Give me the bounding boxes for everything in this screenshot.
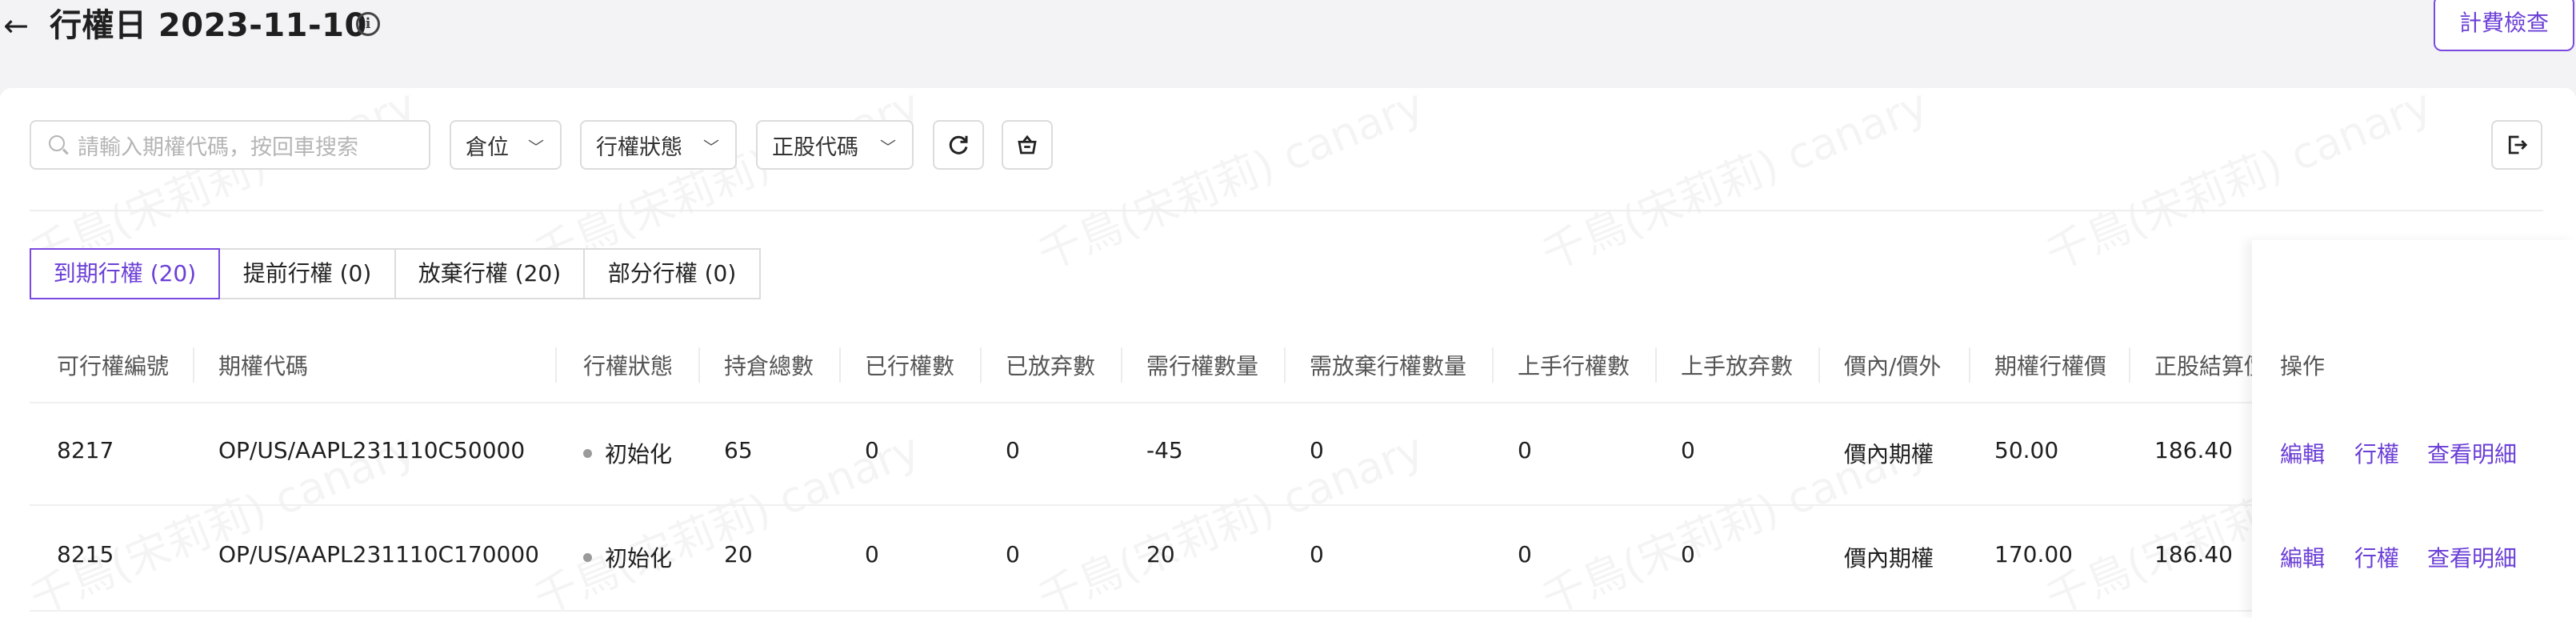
cell-status: 初始化	[583, 541, 672, 573]
column-header: 持倉總數	[724, 353, 814, 379]
tab-partial-exercise[interactable]: 部分行權 (0)	[583, 248, 761, 299]
cell-upstream-abandon: 0	[1681, 437, 1695, 464]
cell-status: 初始化	[583, 437, 672, 469]
underlying-code-filter-label: 正股代碼	[772, 134, 858, 160]
position-filter-label: 倉位	[466, 134, 509, 160]
column-header: 需放棄行權數量	[1310, 353, 1467, 379]
cell-abandoned: 0	[1006, 541, 1020, 568]
cell-upstream-exercise: 0	[1518, 541, 1532, 568]
refresh-button[interactable]	[933, 120, 984, 170]
cell-need-exercise: 20	[1146, 541, 1175, 568]
watermark: 千鳥(宋莉莉) canary	[1027, 88, 1432, 282]
search-placeholder: 請輸入期權代碼，按回車搜索	[78, 134, 358, 160]
action-column: 操作 編輯 行權 查看明細 編輯 行權 查看明細	[2252, 240, 2576, 618]
underlying-code-filter[interactable]: 正股代碼 ﹀	[756, 120, 914, 170]
exercise-status-filter[interactable]: 行權狀態 ﹀	[580, 120, 737, 170]
cell-need-abandon: 0	[1310, 541, 1324, 568]
column-header: 期權行權價	[1994, 353, 2107, 379]
cell-settle: 186.40	[2154, 437, 2233, 464]
column-header: 價內/價外	[1844, 353, 1942, 379]
tab-early-exercise[interactable]: 提前行權 (0)	[218, 248, 396, 299]
chevron-down-icon: ﹀	[880, 138, 896, 157]
cell-strike: 50.00	[1994, 437, 2059, 464]
cell-id: 8215	[57, 541, 114, 568]
column-header: 需行權數量	[1146, 353, 1259, 379]
page-title: 行權日 2023-11-10	[50, 7, 367, 44]
cell-abandoned: 0	[1006, 437, 1020, 464]
column-header: 正股結算價	[2154, 353, 2267, 379]
tab-expiry-exercise[interactable]: 到期行權 (20)	[30, 248, 220, 299]
search-input[interactable]: 請輸入期權代碼，按回車搜索	[30, 120, 430, 170]
column-header: 已行權數	[865, 353, 955, 379]
column-header: 期權代碼	[218, 353, 309, 379]
status-text: 初始化	[605, 545, 673, 572]
column-header: 上手行權數	[1518, 353, 1630, 379]
column-header: 可行權編號	[57, 353, 170, 379]
view-details-link[interactable]: 查看明細	[2427, 541, 2517, 573]
refresh-icon	[949, 135, 968, 154]
table-header-row: 可行權編號 期權代碼 行權狀態 持倉總數 已行權數 已放弃數 需行權數量 需放棄…	[30, 328, 2576, 403]
status-dot	[583, 448, 592, 458]
page-header: ← 行權日 2023-11-10 i 計費檢查	[0, 0, 2576, 88]
exercise-link[interactable]: 行權	[2354, 437, 2399, 469]
cell-moneyness: 價內期權	[1844, 441, 1934, 468]
cell-settle: 186.40	[2154, 541, 2233, 568]
cell-upstream-abandon: 0	[1681, 541, 1695, 568]
cell-moneyness: 價內期權	[1844, 545, 1934, 572]
exercise-status-filter-label: 行權狀態	[596, 134, 682, 160]
info-icon[interactable]: i	[356, 12, 380, 36]
table-row[interactable]: 8217 OP/US/AAPL231110C50000 初始化 65 0 0 -…	[30, 402, 2576, 506]
back-arrow-icon[interactable]: ←	[0, 5, 32, 46]
tab-bar: 到期行權 (20) 提前行權 (0) 放棄行權 (20) 部分行權 (0)	[30, 248, 761, 299]
column-header: 上手放弃數	[1681, 353, 1794, 379]
cell-need-abandon: 0	[1310, 437, 1324, 464]
cell-strike: 170.00	[1994, 541, 2073, 568]
column-header-actions: 操作	[2280, 353, 2326, 379]
cell-upstream-exercise: 0	[1518, 437, 1532, 464]
position-filter[interactable]: 倉位 ﹀	[450, 120, 562, 170]
column-header: 行權狀態	[583, 353, 674, 379]
cell-option-code: OP/US/AAPL231110C50000	[218, 437, 526, 464]
column-header: 已放弃數	[1006, 353, 1096, 379]
chevron-down-icon: ﹀	[528, 138, 544, 157]
edit-link[interactable]: 編輯	[2280, 437, 2325, 469]
divider	[30, 210, 2543, 211]
cell-exercised: 0	[865, 541, 879, 568]
edit-link[interactable]: 編輯	[2280, 541, 2325, 573]
export-icon	[2508, 135, 2528, 154]
cell-total: 65	[724, 437, 753, 464]
cell-total: 20	[724, 541, 753, 568]
status-text: 初始化	[605, 441, 673, 468]
chevron-down-icon: ﹀	[703, 138, 719, 157]
basket-icon	[1018, 134, 1037, 154]
billing-check-button[interactable]: 計費檢查	[2434, 0, 2574, 51]
table-row[interactable]: 8215 OP/US/AAPL231110C170000 初始化 20 0 0 …	[30, 504, 2576, 612]
watermark: 千鳥(宋莉莉) canary	[1531, 88, 1936, 282]
tab-abandon-exercise[interactable]: 放棄行權 (20)	[394, 248, 585, 299]
export-button[interactable]	[2491, 120, 2542, 170]
cell-need-exercise: -45	[1146, 437, 1183, 464]
cell-id: 8217	[57, 437, 114, 464]
status-dot	[583, 552, 592, 562]
view-details-link[interactable]: 查看明細	[2427, 437, 2517, 469]
cell-exercised: 0	[865, 437, 879, 464]
basket-button[interactable]	[1002, 120, 1053, 170]
search-icon	[49, 135, 65, 151]
cell-option-code: OP/US/AAPL231110C170000	[218, 541, 539, 568]
exercise-link[interactable]: 行權	[2354, 541, 2399, 573]
